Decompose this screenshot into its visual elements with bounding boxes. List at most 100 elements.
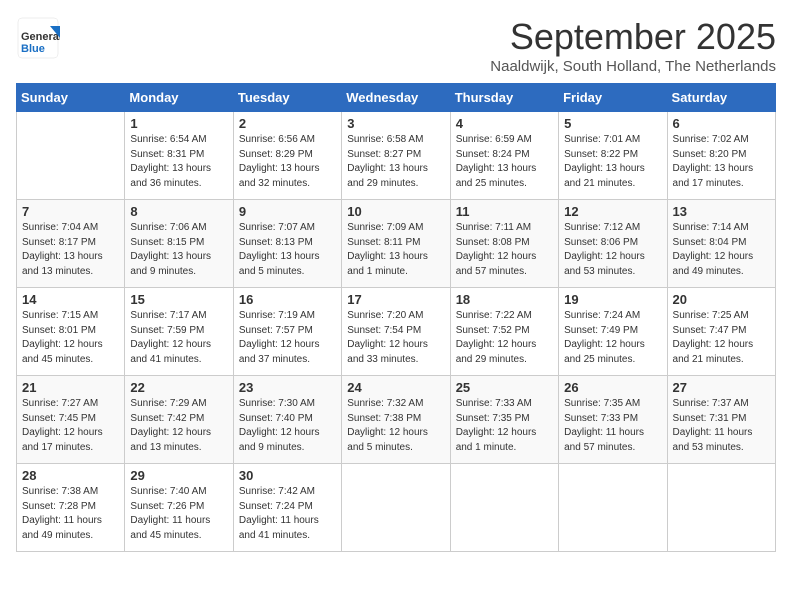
- calendar-cell: 4Sunrise: 6:59 AMSunset: 8:24 PMDaylight…: [450, 112, 558, 200]
- calendar-cell: 13 Sunrise: 7:14 AMSunset: 8:04 PMDayligh…: [667, 200, 775, 288]
- day-info: Sunrise: 7:38 AMSunset: 7:28 PMDaylight:…: [22, 485, 119, 543]
- calendar-cell: [17, 112, 125, 200]
- day-info: Sunrise: 7:32 AMSunset: 7:38 PMDaylight:…: [347, 397, 444, 455]
- day-info: Sunrise: 7:09 AMSunset: 8:11 PMDaylight:…: [347, 221, 444, 279]
- day-number: 28: [22, 468, 119, 483]
- calendar-cell: 28 Sunrise: 7:38 AMSunset: 7:28 PMDayligh…: [17, 464, 125, 552]
- calendar-cell: 8 Sunrise: 7:06 AMSunset: 8:15 PMDaylight…: [125, 200, 233, 288]
- calendar-cell: 24 Sunrise: 7:32 AMSunset: 7:38 PMDayligh…: [342, 376, 450, 464]
- col-header-tuesday: Tuesday: [233, 84, 341, 112]
- calendar-cell: 12Sunrise: 7:12 AMSunset: 8:06 PMDayligh…: [559, 200, 667, 288]
- calendar-cell: 27 Sunrise: 7:37 AMSunset: 7:31 PMDayligh…: [667, 376, 775, 464]
- day-number: 29: [130, 468, 227, 483]
- day-number: 5: [564, 116, 661, 131]
- calendar-cell: 26 Sunrise: 7:35 AMSunset: 7:33 PMDayligh…: [559, 376, 667, 464]
- day-number: 13: [673, 204, 770, 219]
- day-info: Sunrise: 7:20 AMSunset: 7:54 PMDaylight:…: [347, 309, 444, 367]
- day-number: 18: [456, 292, 553, 307]
- calendar-cell: [342, 464, 450, 552]
- day-info: Sunrise: 7:14 AMSunset: 8:04 PMDaylight:…: [673, 221, 770, 279]
- day-info: Sunrise: 7:37 AMSunset: 7:31 PMDaylight:…: [673, 397, 770, 455]
- svg-text:General: General: [21, 31, 60, 43]
- calendar-cell: 11 Sunrise: 7:11 AMSunset: 8:08 PMDayligh…: [450, 200, 558, 288]
- day-info: Sunrise: 7:25 AMSunset: 7:47 PMDaylight:…: [673, 309, 770, 367]
- day-number: 23: [239, 380, 336, 395]
- day-number: 10: [347, 204, 444, 219]
- calendar-cell: 1 Sunrise: 6:54 AMSunset: 8:31 PMDaylight…: [125, 112, 233, 200]
- day-info: Sunrise: 7:17 AMSunset: 7:59 PMDaylight:…: [130, 309, 227, 367]
- day-number: 4: [456, 116, 553, 131]
- calendar-cell: 6 Sunrise: 7:02 AMSunset: 8:20 PMDaylight…: [667, 112, 775, 200]
- col-header-wednesday: Wednesday: [342, 84, 450, 112]
- calendar-cell: 23 Sunrise: 7:30 AMSunset: 7:40 PMDayligh…: [233, 376, 341, 464]
- calendar-cell: 9 Sunrise: 7:07 AMSunset: 8:13 PMDaylight…: [233, 200, 341, 288]
- day-info: Sunrise: 7:01 AMSunset: 8:22 PMDaylight:…: [564, 133, 661, 191]
- calendar-cell: 17 Sunrise: 7:20 AMSunset: 7:54 PMDayligh…: [342, 288, 450, 376]
- day-number: 14: [22, 292, 119, 307]
- calendar-cell: 5 Sunrise: 7:01 AMSunset: 8:22 PMDaylight…: [559, 112, 667, 200]
- logo: General Blue: [16, 16, 60, 60]
- day-info: Sunrise: 7:07 AMSunset: 8:13 PMDaylight:…: [239, 221, 336, 279]
- day-number: 15: [130, 292, 227, 307]
- calendar-cell: 3 Sunrise: 6:58 AMSunset: 8:27 PMDaylight…: [342, 112, 450, 200]
- day-number: 27: [673, 380, 770, 395]
- month-title: September 2025: [490, 16, 776, 58]
- day-number: 9: [239, 204, 336, 219]
- day-info: Sunrise: 7:33 AMSunset: 7:35 PMDaylight:…: [456, 397, 553, 455]
- day-info: Sunrise: 7:42 AMSunset: 7:24 PMDaylight:…: [239, 485, 336, 543]
- day-number: 21: [22, 380, 119, 395]
- day-number: 22: [130, 380, 227, 395]
- day-info: Sunrise: 7:27 AMSunset: 7:45 PMDaylight:…: [22, 397, 119, 455]
- day-number: 16: [239, 292, 336, 307]
- day-info: Sunrise: 7:04 AMSunset: 8:17 PMDaylight:…: [22, 221, 119, 279]
- day-number: 2: [239, 116, 336, 131]
- day-number: 26: [564, 380, 661, 395]
- day-number: 17: [347, 292, 444, 307]
- calendar-cell: 16Sunrise: 7:19 AMSunset: 7:57 PMDayligh…: [233, 288, 341, 376]
- calendar-table: SundayMondayTuesdayWednesdayThursdayFrid…: [16, 83, 776, 552]
- day-info: Sunrise: 7:15 AMSunset: 8:01 PMDaylight:…: [22, 309, 119, 367]
- calendar-cell: 20 Sunrise: 7:25 AMSunset: 7:47 PMDayligh…: [667, 288, 775, 376]
- day-info: Sunrise: 7:24 AMSunset: 7:49 PMDaylight:…: [564, 309, 661, 367]
- title-block: September 2025 Naaldwijk, South Holland,…: [490, 16, 776, 75]
- day-info: Sunrise: 6:56 AMSunset: 8:29 PMDaylight:…: [239, 133, 336, 191]
- col-header-friday: Friday: [559, 84, 667, 112]
- calendar-cell: 7 Sunrise: 7:04 AMSunset: 8:17 PMDaylight…: [17, 200, 125, 288]
- col-header-thursday: Thursday: [450, 84, 558, 112]
- day-number: 20: [673, 292, 770, 307]
- day-info: Sunrise: 7:12 AMSunset: 8:06 PMDaylight:…: [564, 221, 661, 279]
- logo-icon: General Blue: [16, 16, 60, 60]
- day-info: Sunrise: 7:35 AMSunset: 7:33 PMDaylight:…: [564, 397, 661, 455]
- calendar-cell: 22Sunrise: 7:29 AMSunset: 7:42 PMDayligh…: [125, 376, 233, 464]
- calendar-cell: 30 Sunrise: 7:42 AMSunset: 7:24 PMDayligh…: [233, 464, 341, 552]
- day-number: 19: [564, 292, 661, 307]
- calendar-cell: 10 Sunrise: 7:09 AMSunset: 8:11 PMDayligh…: [342, 200, 450, 288]
- calendar-cell: 25Sunrise: 7:33 AMSunset: 7:35 PMDayligh…: [450, 376, 558, 464]
- day-info: Sunrise: 7:30 AMSunset: 7:40 PMDaylight:…: [239, 397, 336, 455]
- day-number: 8: [130, 204, 227, 219]
- day-number: 24: [347, 380, 444, 395]
- day-info: Sunrise: 6:58 AMSunset: 8:27 PMDaylight:…: [347, 133, 444, 191]
- calendar-cell: 15 Sunrise: 7:17 AMSunset: 7:59 PMDayligh…: [125, 288, 233, 376]
- day-info: Sunrise: 7:22 AMSunset: 7:52 PMDaylight:…: [456, 309, 553, 367]
- day-info: Sunrise: 7:06 AMSunset: 8:15 PMDaylight:…: [130, 221, 227, 279]
- location: Naaldwijk, South Holland, The Netherland…: [490, 58, 776, 75]
- calendar-cell: 2 Sunrise: 6:56 AMSunset: 8:29 PMDaylight…: [233, 112, 341, 200]
- day-number: 7: [22, 204, 119, 219]
- page-header: General Blue September 2025 Naaldwijk, S…: [16, 16, 776, 75]
- day-number: 3: [347, 116, 444, 131]
- day-info: Sunrise: 7:40 AMSunset: 7:26 PMDaylight:…: [130, 485, 227, 543]
- day-number: 6: [673, 116, 770, 131]
- calendar-cell: 18 Sunrise: 7:22 AMSunset: 7:52 PMDayligh…: [450, 288, 558, 376]
- col-header-saturday: Saturday: [667, 84, 775, 112]
- day-info: Sunrise: 7:11 AMSunset: 8:08 PMDaylight:…: [456, 221, 553, 279]
- day-info: Sunrise: 7:02 AMSunset: 8:20 PMDaylight:…: [673, 133, 770, 191]
- day-number: 1: [130, 116, 227, 131]
- day-number: 11: [456, 204, 553, 219]
- calendar-cell: 21 Sunrise: 7:27 AMSunset: 7:45 PMDayligh…: [17, 376, 125, 464]
- svg-text:Blue: Blue: [21, 43, 45, 55]
- day-info: Sunrise: 6:54 AMSunset: 8:31 PMDaylight:…: [130, 133, 227, 191]
- calendar-cell: 19 Sunrise: 7:24 AMSunset: 7:49 PMDayligh…: [559, 288, 667, 376]
- day-number: 30: [239, 468, 336, 483]
- calendar-cell: 29 Sunrise: 7:40 AMSunset: 7:26 PMDayligh…: [125, 464, 233, 552]
